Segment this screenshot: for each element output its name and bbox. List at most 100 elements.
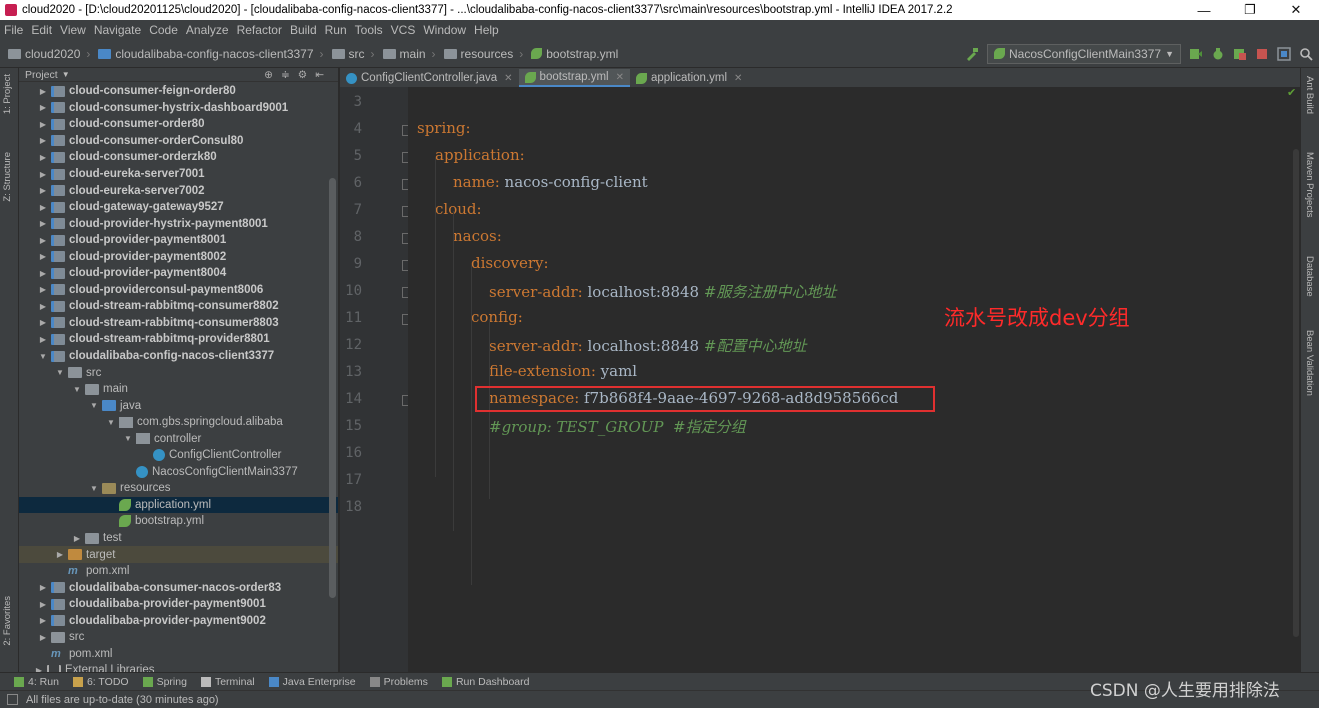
collapsed-arrow-icon[interactable]: ▶ <box>37 120 49 129</box>
collapsed-arrow-icon[interactable]: ▶ <box>37 153 49 162</box>
maximize-button[interactable]: ❐ <box>1227 2 1273 18</box>
tab-ant-build[interactable]: Ant Build <box>1304 76 1315 114</box>
project-scrollbar[interactable] <box>329 178 336 598</box>
expanded-arrow-icon[interactable]: ▼ <box>37 352 49 361</box>
run-config-selector[interactable]: NacosConfigClientMain3377 ▼ <box>986 43 1181 64</box>
bottom-tool-run-dashboard[interactable]: Run Dashboard <box>441 676 529 688</box>
tree-item[interactable]: ▶ target <box>19 546 338 563</box>
project-panel-title[interactable]: Project <box>25 69 58 81</box>
tree-item[interactable]: ▶ cloud-consumer-feign-order80 <box>19 83 338 100</box>
stop-icon[interactable] <box>1255 47 1269 61</box>
code-editor[interactable]: spring: application: name: nacos-config-cl… <box>408 87 1292 672</box>
menu-vcs[interactable]: VCS <box>387 23 420 37</box>
tree-item[interactable]: ▼ resources <box>19 480 338 497</box>
tree-item[interactable]: ▶ cloud-consumer-order80 <box>19 116 338 133</box>
tab-favorites[interactable]: 2: Favorites <box>2 596 13 646</box>
coverage-icon[interactable] <box>1233 47 1247 61</box>
collapsed-arrow-icon[interactable]: ▶ <box>37 633 49 642</box>
breadcrumb-item[interactable]: src › <box>331 47 375 61</box>
tree-item[interactable]: NacosConfigClientMain3377 <box>19 464 338 481</box>
tree-item[interactable]: ▶ External Libraries <box>19 662 338 672</box>
menu-help[interactable]: Help <box>470 23 503 37</box>
tree-item[interactable]: ▶ cloud-eureka-server7001 <box>19 166 338 183</box>
collapsed-arrow-icon[interactable]: ▶ <box>37 203 49 212</box>
search-icon[interactable] <box>1299 47 1313 61</box>
expanded-arrow-icon[interactable]: ▼ <box>71 385 83 394</box>
tree-item[interactable]: ▶ cloudalibaba-provider-payment9002 <box>19 613 338 630</box>
tree-item[interactable]: bootstrap.yml <box>19 513 338 530</box>
collapsed-arrow-icon[interactable]: ▶ <box>37 600 49 609</box>
tab-project[interactable]: 1: Project <box>2 74 13 114</box>
bottom-tool-terminal[interactable]: Terminal <box>200 676 255 688</box>
tree-item[interactable]: ▶ test <box>19 530 338 547</box>
collapse-all-icon[interactable]: ≑ <box>281 69 290 81</box>
tree-item[interactable]: ▼ controller <box>19 430 338 447</box>
tab-structure[interactable]: Z: Structure <box>2 152 13 202</box>
menu-window[interactable]: Window <box>419 23 470 37</box>
expanded-arrow-icon[interactable]: ▼ <box>122 434 134 443</box>
bottom-tool-spring[interactable]: Spring <box>142 676 187 688</box>
bottom-tool-java-enterprise[interactable]: Java Enterprise <box>268 676 356 688</box>
menu-edit[interactable]: Edit <box>27 23 56 37</box>
breadcrumb-item[interactable]: cloud2020 › <box>8 47 90 61</box>
expanded-arrow-icon[interactable]: ▼ <box>105 418 117 427</box>
debug-icon[interactable] <box>1211 47 1225 61</box>
collapsed-arrow-icon[interactable]: ▶ <box>37 136 49 145</box>
locate-icon[interactable]: ⊕ <box>264 69 273 81</box>
menu-run[interactable]: Run <box>321 23 351 37</box>
collapsed-arrow-icon[interactable]: ▶ <box>37 318 49 327</box>
minimize-button[interactable]: — <box>1181 3 1227 18</box>
menu-build[interactable]: Build <box>286 23 321 37</box>
tree-item[interactable]: ▶ cloud-consumer-orderzk80 <box>19 149 338 166</box>
tree-item[interactable]: ▶ cloud-providerconsul-payment8006 <box>19 282 338 299</box>
tool-windows-icon[interactable] <box>7 694 18 705</box>
tree-item[interactable]: ▶ cloud-provider-hystrix-payment8001 <box>19 215 338 232</box>
editor-tab[interactable]: ConfigClientController.java ✕ <box>340 69 519 87</box>
tree-item[interactable]: ▼ com.gbs.springcloud.alibaba <box>19 414 338 431</box>
collapsed-arrow-icon[interactable]: ▶ <box>54 550 66 559</box>
tree-item[interactable]: application.yml <box>19 496 338 514</box>
hide-icon[interactable]: ⇤ <box>315 69 324 81</box>
expanded-arrow-icon[interactable]: ▼ <box>88 401 100 410</box>
collapsed-arrow-icon[interactable]: ▶ <box>37 302 49 311</box>
menu-view[interactable]: View <box>56 23 90 37</box>
tree-item[interactable]: ▶ cloud-provider-payment8001 <box>19 232 338 249</box>
bottom-tool-6-todo[interactable]: 6: TODO <box>72 676 129 688</box>
collapsed-arrow-icon[interactable]: ▶ <box>37 170 49 179</box>
tree-item[interactable]: m pom.xml <box>19 563 338 580</box>
tree-item[interactable]: ▶ cloud-provider-payment8002 <box>19 248 338 265</box>
expanded-arrow-icon[interactable]: ▼ <box>88 484 100 493</box>
menu-code[interactable]: Code <box>145 23 182 37</box>
collapsed-arrow-icon[interactable]: ▶ <box>37 285 49 294</box>
tree-item[interactable]: ▶ cloud-eureka-server7002 <box>19 182 338 199</box>
tree-item[interactable]: ▼ main <box>19 381 338 398</box>
editor-tab[interactable]: application.yml ✕ <box>630 69 748 87</box>
collapsed-arrow-icon[interactable]: ▶ <box>37 87 49 96</box>
menu-file[interactable]: File <box>0 23 27 37</box>
tree-item[interactable]: ▶ cloudalibaba-consumer-nacos-order83 <box>19 579 338 596</box>
tree-item[interactable]: ▼ src <box>19 364 338 381</box>
tab-database[interactable]: Database <box>1304 256 1315 297</box>
collapsed-arrow-icon[interactable]: ▶ <box>37 103 49 112</box>
build-icon[interactable] <box>965 47 979 61</box>
tree-item[interactable]: ▶ cloud-provider-payment8004 <box>19 265 338 282</box>
menu-tools[interactable]: Tools <box>351 23 387 37</box>
run-icon[interactable] <box>1189 47 1203 61</box>
tree-item[interactable]: ▶ cloud-stream-rabbitmq-provider8801 <box>19 331 338 348</box>
editor-scrollbar[interactable] <box>1292 87 1300 672</box>
bottom-tool-problems[interactable]: Problems <box>369 676 428 688</box>
breadcrumb-item[interactable]: bootstrap.yml <box>531 47 618 61</box>
close-tab-icon[interactable]: ✕ <box>504 73 512 84</box>
chevron-down-icon[interactable]: ▼ <box>62 70 70 79</box>
tab-maven-projects[interactable]: Maven Projects <box>1304 152 1315 217</box>
breadcrumb-item[interactable]: cloudalibaba-config-nacos-client3377 › <box>98 47 324 61</box>
menu-refactor[interactable]: Refactor <box>233 23 286 37</box>
tree-item[interactable]: ▼ cloudalibaba-config-nacos-client3377 <box>19 348 338 365</box>
tree-item[interactable]: ▼ java <box>19 397 338 414</box>
tree-item[interactable]: ▶ cloud-gateway-gateway9527 <box>19 199 338 216</box>
close-tab-icon[interactable]: ✕ <box>616 72 624 83</box>
gear-icon[interactable]: ⚙ <box>298 69 307 81</box>
collapsed-arrow-icon[interactable]: ▶ <box>37 335 49 344</box>
tab-bean-validation[interactable]: Bean Validation <box>1304 330 1315 396</box>
breadcrumb-item[interactable]: resources › <box>443 47 523 61</box>
